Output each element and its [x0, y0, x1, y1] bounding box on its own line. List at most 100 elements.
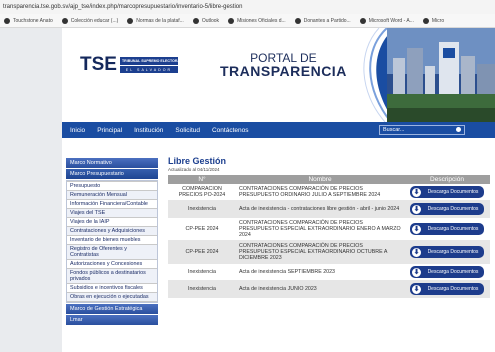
- sidebar-item[interactable]: Contrataciones y Adquisiciones: [67, 227, 157, 236]
- search-icon[interactable]: [456, 127, 461, 132]
- column-header-description: Descripción: [404, 175, 490, 184]
- table-row: COMPARACION PRECIOS PO-2024 CONTRATACIONE…: [168, 184, 490, 201]
- sidebar-section-marco-normativo[interactable]: Marco Normativo: [66, 158, 158, 168]
- address-bar[interactable]: transparencia.tse.gob.sv/ajp_tse/index.p…: [0, 0, 495, 14]
- page-title: Libre Gestión: [168, 156, 227, 166]
- sidebar-section-marco-presupuestario[interactable]: Marco Presupuestario: [66, 169, 158, 179]
- sidebar-item[interactable]: Viajes de la IAIP: [67, 218, 157, 227]
- table-row: Inexistencia Acta de inexistencia SEPTIEM…: [168, 263, 490, 281]
- sidebar-item[interactable]: Presupuesto: [67, 181, 157, 191]
- download-label: Descarga Documentos: [427, 248, 479, 255]
- sidebar-item[interactable]: Viajes del TSE: [67, 209, 157, 218]
- table-row: Inexistencia Acta de inexistencia JUNIO 2…: [168, 280, 490, 298]
- row-number: Inexistencia: [168, 280, 236, 298]
- globe-icon: [192, 17, 199, 24]
- bookmarks-bar: Touchstone Anato Colección educar (...) No…: [0, 14, 495, 28]
- bookmark-item[interactable]: Touchstone Anato: [4, 17, 53, 24]
- download-button[interactable]: ⬇ Descarga Documentos: [410, 266, 484, 278]
- bookmark-label: Misiones Oficiales d...: [237, 17, 286, 24]
- row-number: CP-PEE 2024: [168, 217, 236, 241]
- row-description: ⬇ Descarga Documentos: [404, 200, 490, 218]
- download-button[interactable]: ⬇ Descarga Documentos: [410, 283, 484, 295]
- download-label: Descarga Documentos: [427, 268, 479, 275]
- bookmark-item[interactable]: Microsoft Word - A...: [359, 17, 414, 24]
- row-number: CP-PEE 2024: [168, 240, 236, 264]
- row-name: CONTRATACIONES COMPARACIÓN DE PRECIOS PR…: [236, 217, 404, 241]
- sidebar-item[interactable]: Información Financiera/Contable: [67, 200, 157, 209]
- download-button[interactable]: ⬇ Descarga Documentos: [410, 223, 484, 235]
- row-name: Acta de inexistencia SEPTIEMBRE 2023: [236, 263, 404, 281]
- download-button[interactable]: ⬇ Descarga Documentos: [410, 246, 484, 258]
- bookmark-label: Colección educar (...): [70, 17, 119, 24]
- bookmark-item[interactable]: Colección educar (...): [61, 17, 119, 24]
- download-label: Descarga Documentos: [427, 205, 479, 212]
- download-icon: ⬇: [411, 266, 422, 278]
- sidebar-list: Presupuesto Remuneración Mensual Informaci…: [66, 180, 158, 303]
- sidebar-item[interactable]: Inventario de bienes muebles: [67, 236, 157, 245]
- bookmark-item[interactable]: Normas de la plataf...: [127, 17, 184, 24]
- bookmark-item[interactable]: Donantes a Partido...: [294, 17, 351, 24]
- download-icon: ⬇: [411, 246, 422, 258]
- globe-icon: [127, 17, 134, 24]
- row-number: Inexistencia: [168, 200, 236, 218]
- globe-icon: [4, 17, 10, 24]
- sidebar-section-gestion-estrategica[interactable]: Marco de Gestión Estratégica: [66, 304, 158, 314]
- bookmark-item[interactable]: Micro: [422, 17, 445, 24]
- bookmark-label: Micro: [431, 17, 445, 24]
- main-content: Libre Gestión Actualizado al 04/11/2024 …: [168, 156, 490, 298]
- row-number: Inexistencia: [168, 263, 236, 281]
- row-description: ⬇ Descarga Documentos: [404, 184, 490, 201]
- search-input[interactable]: Buscar...: [379, 125, 465, 135]
- download-button[interactable]: ⬇ Descarga Documentos: [410, 186, 484, 198]
- bookmark-item[interactable]: Outlook: [192, 17, 220, 24]
- row-description: ⬇ Descarga Documentos: [404, 217, 490, 241]
- bookmark-label: Outlook: [201, 17, 220, 24]
- arrow-down-icon: ⬇: [413, 285, 420, 293]
- page: TSE TRIBUNAL SUPREMO ELECTORAL EL SALVAD…: [0, 28, 495, 352]
- sidebar-item[interactable]: Remuneración Mensual: [67, 191, 157, 200]
- sidebar-item[interactable]: Autorizaciones y Concesiones: [67, 260, 157, 269]
- nav-item-principal[interactable]: Principal: [97, 127, 122, 134]
- arrow-down-icon: ⬇: [413, 205, 420, 213]
- arrow-down-icon: ⬇: [413, 268, 420, 276]
- logo-line-2: EL SALVADOR: [119, 65, 178, 73]
- globe-icon: [61, 17, 68, 24]
- table-row: Inexistencia Acta de inexistencia - contr…: [168, 200, 490, 218]
- bookmark-label: Normas de la plataf...: [136, 17, 184, 24]
- nav-item-inicio[interactable]: Inicio: [70, 127, 85, 134]
- globe-icon: [422, 17, 429, 24]
- arrow-down-icon: ⬇: [413, 248, 420, 256]
- sidebar-item[interactable]: Registro de Oferentes y Contratistas: [67, 245, 157, 260]
- nav-item-contctenos[interactable]: Contáctenos: [212, 127, 249, 134]
- row-name: CONTRATACIONES COMPARACIÓN DE PRECIOS PR…: [236, 240, 404, 264]
- city-skyline-image: [387, 28, 495, 122]
- table-row: CP-PEE 2024 CONTRATACIONES COMPARACIÓN DE…: [168, 240, 490, 264]
- logo-text: TSE: [80, 54, 117, 75]
- download-button[interactable]: ⬇ Descarga Documentos: [410, 203, 484, 215]
- download-label: Descarga Documentos: [427, 285, 479, 292]
- sidebar-item[interactable]: Fondos públicos a destinatarios privados: [67, 269, 157, 284]
- sidebar-item[interactable]: Obras en ejecución o ejecutadas: [67, 293, 157, 302]
- row-description: ⬇ Descarga Documentos: [404, 263, 490, 281]
- nav-item-solicitud[interactable]: Solicitud: [175, 127, 200, 134]
- row-description: ⬇ Descarga Documentos: [404, 280, 490, 298]
- tse-logo[interactable]: TSE TRIBUNAL SUPREMO ELECTORAL EL SALVAD…: [80, 54, 182, 76]
- globe-icon: [359, 17, 366, 24]
- documents-table: N° Nombre Descripción COMPARACION PRECIO…: [168, 175, 490, 298]
- row-name: Acta de inexistencia - contrataciones li…: [236, 200, 404, 218]
- table-row: CP-PEE 2024 CONTRATACIONES COMPARACIÓN DE…: [168, 217, 490, 241]
- bookmark-item[interactable]: Misiones Oficiales d...: [228, 17, 286, 24]
- bookmark-label: Donantes a Partido...: [303, 17, 351, 24]
- arrow-down-icon: ⬇: [413, 225, 420, 233]
- download-icon: ⬇: [411, 186, 422, 198]
- row-description: ⬇ Descarga Documentos: [404, 240, 490, 264]
- download-label: Descarga Documentos: [427, 188, 479, 195]
- row-name: CONTRATACIONES COMPARACIÓN DE PRECIOS PR…: [236, 184, 404, 201]
- sidebar-item[interactable]: Subsidios e incentivos fiscales: [67, 284, 157, 293]
- sidebar-section-lmar[interactable]: Lmar: [66, 315, 158, 325]
- main-nav: Inicio Principal Institución Solicitud Contá…: [62, 122, 495, 138]
- row-name: Acta de inexistencia JUNIO 2023: [236, 280, 404, 298]
- nav-item-institucin[interactable]: Institución: [134, 127, 163, 134]
- row-number: COMPARACION PRECIOS PO-2024: [168, 184, 236, 201]
- globe-icon: [294, 17, 301, 24]
